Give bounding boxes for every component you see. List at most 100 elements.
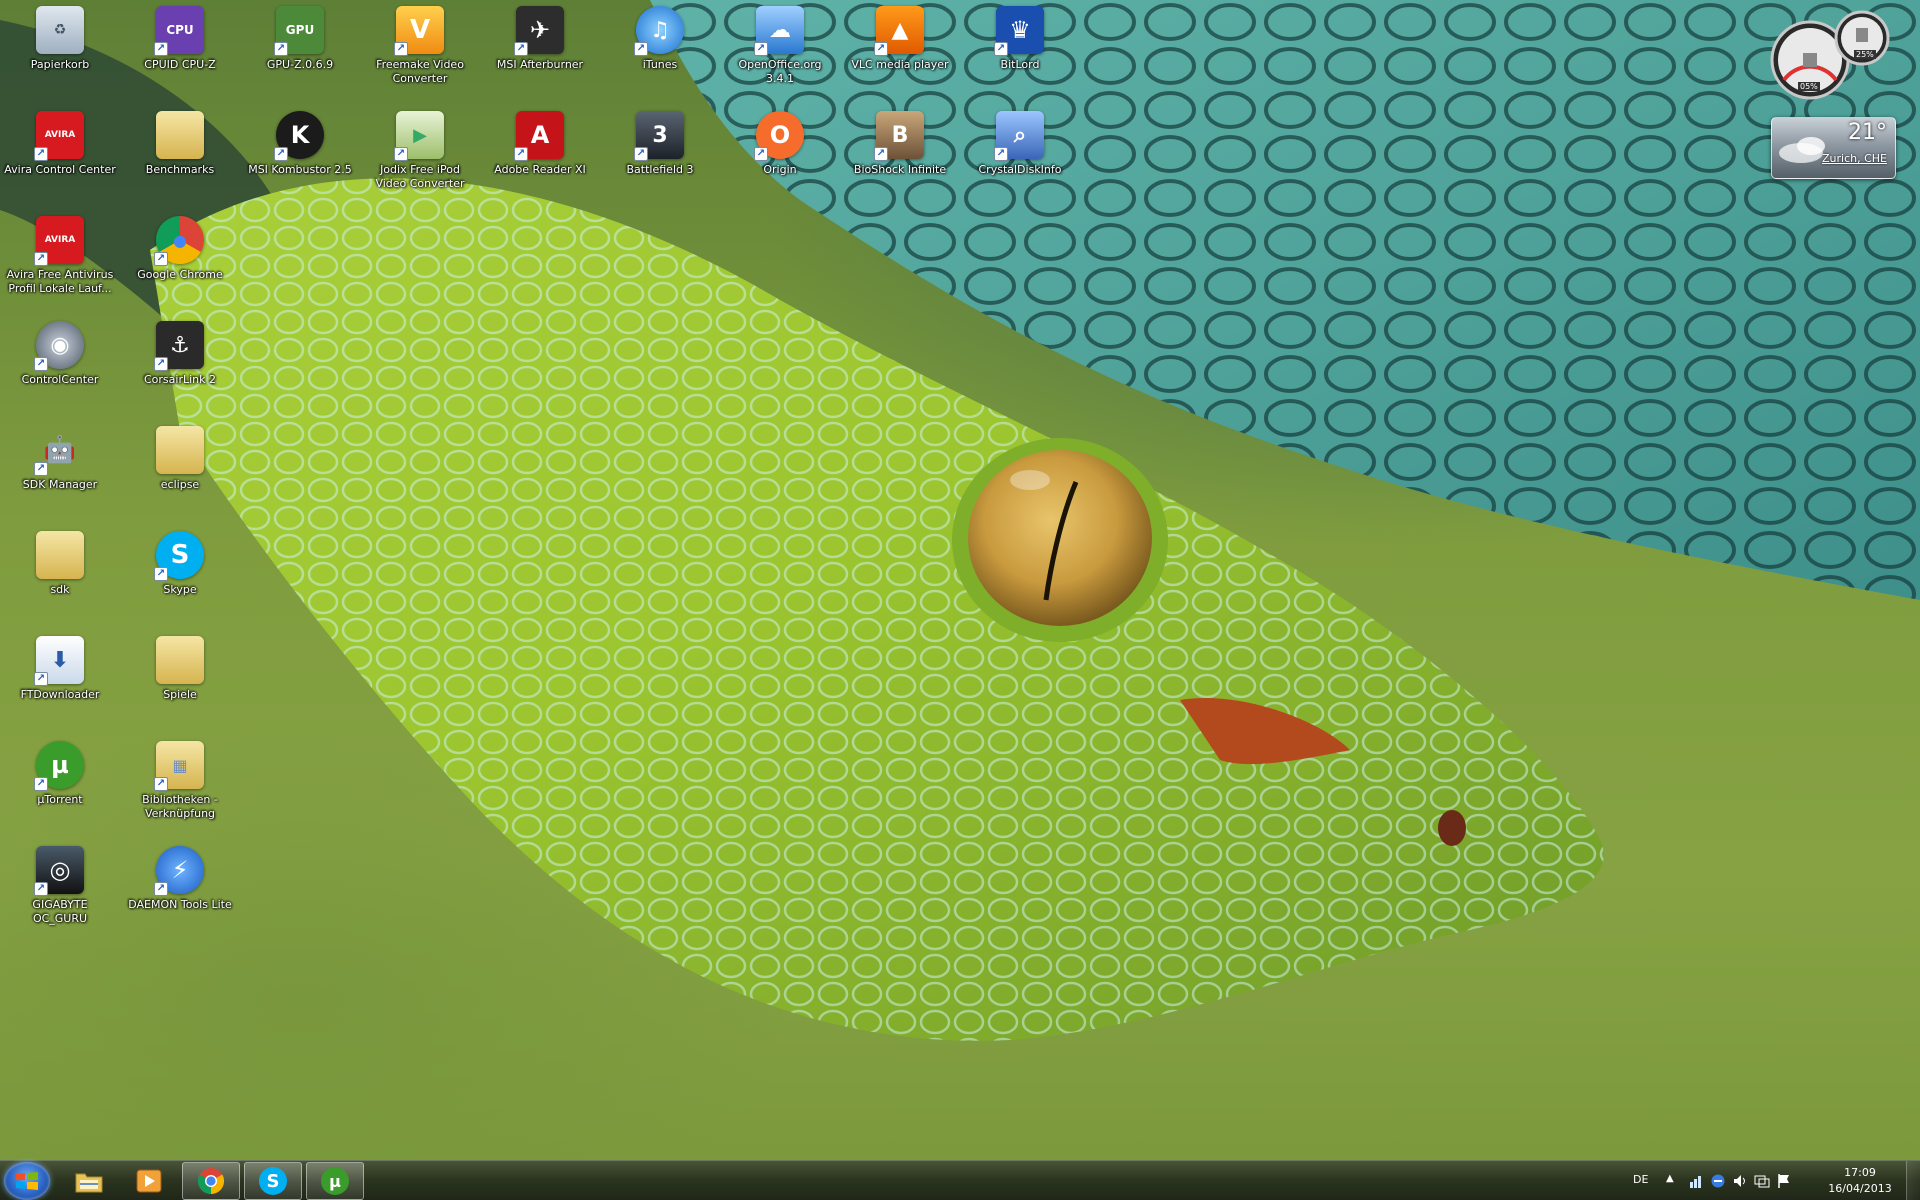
- desktop-icon-adobe-reader-xi[interactable]: A ↗ Adobe Reader XI: [484, 105, 596, 205]
- shortcut-arrow-icon: ↗: [994, 147, 1008, 161]
- shortcut-arrow-icon: ↗: [34, 777, 48, 791]
- desktop-icon-cpuid-cpu-z[interactable]: CPU ↗ CPUID CPU-Z: [124, 0, 236, 100]
- shortcut-arrow-icon: ↗: [154, 777, 168, 791]
- desktop-icon-papierkorb[interactable]: ♻ Papierkorb: [4, 0, 116, 100]
- desktop-icon-ftdownloader[interactable]: ⬇ ↗ FTDownloader: [4, 630, 116, 730]
- desktop-icon-torrent[interactable]: µ ↗ µTorrent: [4, 735, 116, 835]
- taskbar-skype-button[interactable]: S: [244, 1162, 302, 1200]
- desktop-icon-jodix-free-ipod-video-converter[interactable]: ▶ ↗ Jodix Free iPod Video Converter: [364, 105, 476, 205]
- start-button[interactable]: [4, 1162, 50, 1200]
- crystaldiskinfo-icon: ⌕ ↗: [994, 111, 1044, 161]
- desktop-icon-origin[interactable]: O ↗ Origin: [724, 105, 836, 205]
- gpuz-icon: GPU ↗: [274, 6, 324, 56]
- shortcut-arrow-icon: ↗: [34, 357, 48, 371]
- jodix-icon: ▶ ↗: [394, 111, 444, 161]
- vlc-icon: ▲ ↗: [874, 6, 924, 56]
- folder-icon: [156, 636, 204, 684]
- desktop-icon-label: Freemake Video Converter: [376, 58, 464, 85]
- desktop-icon-label: Google Chrome: [137, 268, 223, 281]
- desktop-icon-label: Bibliotheken - Verknüpfung: [142, 793, 218, 820]
- corsairlink-icon: ⚓ ↗: [154, 321, 204, 371]
- shortcut-arrow-icon: ↗: [154, 567, 168, 581]
- desktop-icon-skype[interactable]: S ↗ Skype: [124, 525, 236, 625]
- desktop-icon-label: CrystalDiskInfo: [978, 163, 1062, 176]
- security-tray-icon[interactable]: [1710, 1173, 1726, 1189]
- desktop-icon-bitlord[interactable]: ♛ ↗ BitLord: [964, 0, 1076, 100]
- desktop-icon-label: Avira Control Center: [4, 163, 116, 176]
- desktop-icon-corsairlink-2[interactable]: ⚓ ↗ CorsairLink 2: [124, 315, 236, 415]
- shortcut-arrow-icon: ↗: [634, 42, 648, 56]
- desktop-icon-benchmarks[interactable]: Benchmarks: [124, 105, 236, 205]
- taskbar-explorer-button[interactable]: [60, 1162, 118, 1200]
- desktop-icon-controlcenter[interactable]: ◉ ↗ ControlCenter: [4, 315, 116, 415]
- desktop-icon-vlc-media-player[interactable]: ▲ ↗ VLC media player: [844, 0, 956, 100]
- shortcut-arrow-icon: ↗: [154, 42, 168, 56]
- cpu-meter-gadget[interactable]: 05% 25%: [1770, 10, 1890, 102]
- shortcut-arrow-icon: ↗: [634, 147, 648, 161]
- desktop-icon-label: µTorrent: [37, 793, 83, 806]
- desktop-icon-eclipse[interactable]: eclipse: [124, 420, 236, 520]
- utorrent-icon: µ ↗: [34, 741, 84, 791]
- folder-icon: [156, 426, 204, 474]
- desktop-icon-sdk[interactable]: sdk: [4, 525, 116, 625]
- desktop-icon-avira-control-center[interactable]: AVIRA ↗ Avira Control Center: [4, 105, 116, 205]
- desktop-icon-openoffice-org-3-4-1[interactable]: ☁ ↗ OpenOffice.org 3.4.1: [724, 0, 836, 100]
- desktop-icon-bibliotheken-verkn-pfung[interactable]: ▦ ↗ Bibliotheken - Verknüpfung: [124, 735, 236, 835]
- desktop-icon-gigabyte-oc-guru[interactable]: ◎ ↗ GIGABYTE OC_GURU: [4, 840, 116, 940]
- adobe-reader-icon: A ↗: [514, 111, 564, 161]
- desktop-icon-label: Adobe Reader XI: [494, 163, 586, 176]
- weather-gadget[interactable]: 21° Zurich, CHE: [1771, 117, 1896, 179]
- desktop-icon-label: sdk: [50, 583, 70, 596]
- shortcut-arrow-icon: ↗: [154, 357, 168, 371]
- system-tray: DE ▲ 17:09 16/04/2013: [1600, 1161, 1920, 1200]
- desktop-icon-itunes[interactable]: ♫ ↗ iTunes: [604, 0, 716, 100]
- desktop-icon-spiele[interactable]: Spiele: [124, 630, 236, 730]
- shortcut-arrow-icon: ↗: [514, 42, 528, 56]
- desktop-icon-battlefield-3[interactable]: 3 ↗ Battlefield 3: [604, 105, 716, 205]
- afterburner-icon: ✈ ↗: [514, 6, 564, 56]
- desktop-icon-msi-afterburner[interactable]: ✈ ↗ MSI Afterburner: [484, 0, 596, 100]
- openoffice-icon: ☁ ↗: [754, 6, 804, 56]
- shortcut-arrow-icon: ↗: [34, 147, 48, 161]
- libraries-icon: ▦ ↗: [154, 741, 204, 791]
- action-center-flag-icon[interactable]: [1776, 1173, 1792, 1189]
- taskbar-chrome-button[interactable]: [182, 1162, 240, 1200]
- ftdownloader-icon: ⬇ ↗: [34, 636, 84, 686]
- desktop-icon-msi-kombustor-2-5[interactable]: K ↗ MSI Kombustor 2.5: [244, 105, 356, 205]
- show-hidden-icons-button[interactable]: ▲: [1666, 1173, 1674, 1184]
- weather-temperature: 21°: [1848, 120, 1887, 145]
- desktop-icon-sdk-manager[interactable]: 🤖 ↗ SDK Manager: [4, 420, 116, 520]
- chrome-icon: [196, 1166, 226, 1196]
- desktop-icon-bioshock-infinite[interactable]: B ↗ BioShock Infinite: [844, 105, 956, 205]
- volume-tray-icon[interactable]: [1732, 1173, 1748, 1189]
- desktop-icon-daemon-tools-lite[interactable]: ⚡ ↗ DAEMON Tools Lite: [124, 840, 236, 940]
- desktop-icon-avira-free-antivirus-profil-lokale-lauf[interactable]: AVIRA ↗ Avira Free Antivirus Profil Lokale…: [4, 210, 116, 310]
- desktop-icon-freemake-video-converter[interactable]: V ↗ Freemake Video Converter: [364, 0, 476, 100]
- show-desktop-button[interactable]: [1906, 1161, 1920, 1200]
- display-tray-icon[interactable]: [1754, 1173, 1770, 1189]
- folder-icon: [156, 111, 204, 159]
- desktop-icon-label: MSI Afterburner: [496, 58, 584, 71]
- desktop-icon-label: eclipse: [160, 478, 200, 491]
- taskbar-utorrent-button[interactable]: µ: [306, 1162, 364, 1200]
- network-tray-icon[interactable]: [1688, 1173, 1704, 1189]
- avira-icon: AVIRA ↗: [34, 216, 84, 266]
- desktop-icon-label: Skype: [163, 583, 197, 596]
- windows-logo-icon: [16, 1172, 38, 1190]
- desktop-icon-google-chrome[interactable]: ● ↗ Google Chrome: [124, 210, 236, 310]
- cpuz-icon: CPU ↗: [154, 6, 204, 56]
- desktop-icon-gpu-z-0-6-9[interactable]: GPU ↗ GPU-Z.0.6.9: [244, 0, 356, 100]
- taskbar-media-player-button[interactable]: [120, 1162, 178, 1200]
- desktop-icon-label: Origin: [763, 163, 797, 176]
- desktop-icon-crystaldiskinfo[interactable]: ⌕ ↗ CrystalDiskInfo: [964, 105, 1076, 205]
- desktop-icon-label: ControlCenter: [21, 373, 99, 386]
- language-indicator[interactable]: DE: [1633, 1173, 1648, 1186]
- desktop-icon-label: VLC media player: [851, 58, 949, 71]
- shortcut-arrow-icon: ↗: [34, 882, 48, 896]
- weather-location-link[interactable]: Zurich, CHE: [1822, 152, 1887, 165]
- clock-time[interactable]: 17:09: [1820, 1166, 1900, 1179]
- clock-date[interactable]: 16/04/2013: [1820, 1182, 1900, 1195]
- desktop-icon-label: DAEMON Tools Lite: [128, 898, 232, 911]
- desktop-icon-label: MSI Kombustor 2.5: [248, 163, 352, 176]
- shortcut-arrow-icon: ↗: [34, 672, 48, 686]
